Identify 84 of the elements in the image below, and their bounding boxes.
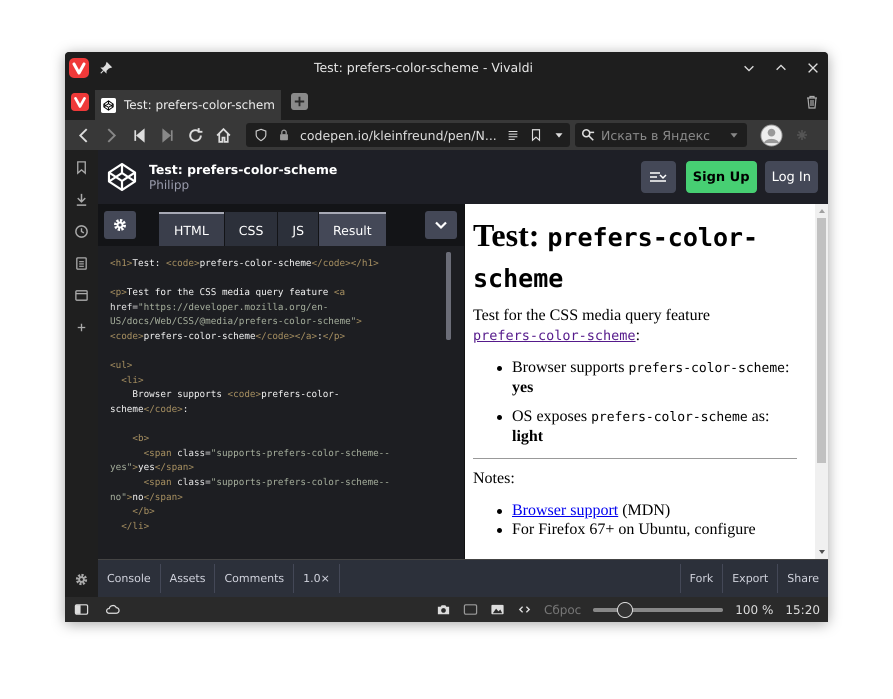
zoom-slider[interactable] (593, 602, 724, 618)
window-title: Test: prefers-color-scheme - Vivaldi (312, 60, 534, 75)
footer-button[interactable]: Fork (680, 564, 722, 593)
code-line: <code>prefers-color-scheme</code></a>:</p> (110, 330, 346, 344)
settings-icon (112, 217, 128, 233)
window-icon[interactable] (74, 288, 89, 303)
link[interactable]: prefers-color-scheme (473, 328, 636, 344)
code-line: US/docs/Web/CSS/@media/prefers-color-scheme"> (110, 315, 363, 330)
search-input[interactable]: Искать в Яндекс (599, 128, 723, 142)
code-line: href="https://developer.mozilla.org/en- (110, 300, 330, 315)
footer-button[interactable]: Comments (215, 564, 294, 593)
list-item: OS exposes prefers-color-scheme as: light (512, 407, 770, 446)
code-line: <span class="supports-prefers-color-scheme-- (142, 446, 391, 461)
cloud-icon[interactable] (105, 602, 120, 617)
reader-view-icon[interactable] (506, 128, 520, 142)
browser-tab[interactable]: Test: prefers-color-schem (95, 90, 281, 120)
footer-button[interactable]: Console (98, 564, 161, 593)
paragraph: Test for the CSS media query feature prefers-color-scheme: (473, 306, 712, 346)
pen-author[interactable]: Philipp (149, 178, 338, 192)
code-line: scheme</code>: (110, 402, 190, 417)
image-icon[interactable] (490, 602, 505, 617)
code-line: <ul> (110, 359, 134, 374)
sign-up-button[interactable]: Sign Up (686, 161, 757, 193)
footer-button[interactable]: Assets (160, 564, 216, 593)
vivaldi-menu-icon[interactable] (71, 92, 89, 110)
bullet-icon (497, 528, 502, 533)
scroll-down-icon[interactable] (818, 549, 826, 555)
close-icon[interactable] (806, 60, 820, 74)
search-bar[interactable]: Искать в Яндекс (575, 123, 747, 147)
footer-button[interactable]: Share (777, 564, 828, 593)
vivaldi-logo-icon (69, 58, 89, 78)
page-heading: Test: prefers-color-scheme (473, 216, 760, 295)
panel-toggle-icon[interactable] (74, 602, 89, 617)
code-line: Browser supports <code>prefers-color- (131, 388, 341, 402)
address-field[interactable]: codepen.io/kleinfreund/pen/N... (246, 123, 570, 147)
list-item: Browser supports prefers-color-scheme: yes (512, 358, 790, 397)
footer-button[interactable]: 1.0× (294, 564, 340, 593)
notes-icon[interactable] (74, 256, 89, 271)
dropdown-button[interactable] (425, 211, 457, 239)
clock-time: 15:20 (785, 602, 820, 616)
code-line: <li> (120, 374, 145, 388)
link[interactable]: Browser support (512, 502, 618, 519)
lock-icon (277, 128, 291, 142)
zoom-level: 100 % (735, 602, 774, 616)
code-line: </b> (131, 505, 156, 520)
code-line: no">no</span> (110, 490, 184, 504)
footer-button[interactable]: Export (722, 564, 778, 593)
home-icon[interactable] (215, 126, 232, 144)
code-line: yes">yes</span> (110, 461, 195, 476)
editor-tab[interactable]: Result (319, 212, 386, 246)
editor-tab[interactable]: CSS (224, 212, 278, 246)
list-item: For Firefox 67+ on Ubuntu, configure (512, 520, 756, 539)
code-line: <h1>Test: <code>prefers-color-scheme</code></h1> (110, 257, 380, 271)
code-line: </li> (120, 520, 150, 534)
pen-title: Test: prefers-color-scheme (149, 162, 338, 177)
scrollbar[interactable] (815, 204, 828, 559)
bullet-icon (497, 415, 502, 420)
clock-icon[interactable] (74, 224, 89, 239)
download-icon[interactable] (74, 192, 89, 207)
settings-button[interactable] (104, 211, 136, 239)
code-line: <span class="supports-prefers-color-scheme-- (142, 476, 391, 490)
editor-tab[interactable]: JS (278, 212, 318, 246)
codepen-logo-icon[interactable] (106, 161, 138, 193)
paragraph: Notes: (473, 469, 516, 489)
bookmark-icon[interactable] (74, 160, 89, 175)
log-in-button[interactable]: Log In (764, 161, 818, 193)
search-icon (581, 128, 595, 142)
editor-tab[interactable]: HTML (159, 212, 224, 246)
bullet-icon (497, 366, 502, 371)
codepen-favicon-icon (101, 98, 116, 112)
bullet-icon (497, 509, 502, 514)
trash-icon[interactable] (804, 94, 820, 110)
list-item: Browser support (MDN) (512, 501, 670, 520)
code-line: <p>Test for the CSS media query feature <a (110, 286, 346, 300)
reload-icon[interactable] (187, 126, 204, 144)
settings-icon[interactable] (74, 572, 89, 587)
code-line: <b> (131, 432, 150, 446)
pin-icon[interactable] (99, 60, 113, 74)
window-icon[interactable] (462, 602, 478, 617)
new-tab-icon[interactable] (290, 93, 308, 110)
profile-avatar-icon[interactable] (760, 124, 783, 146)
shield-icon[interactable] (254, 128, 268, 142)
layout-button[interactable] (640, 161, 676, 193)
scrollbar[interactable] (446, 252, 451, 340)
